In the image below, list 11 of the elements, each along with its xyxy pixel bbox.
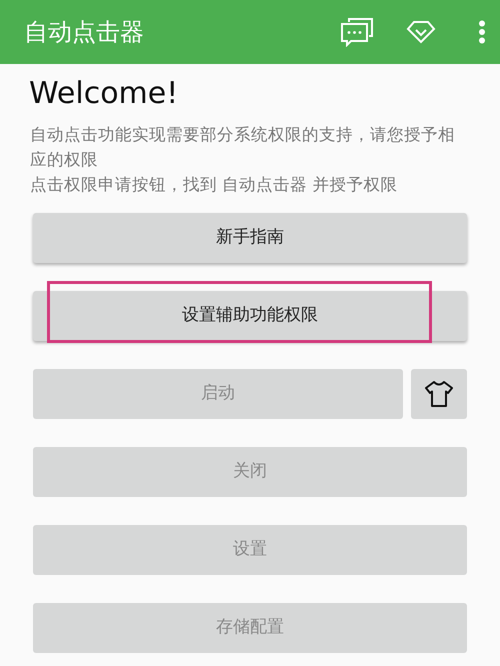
menu-button[interactable]: 设置辅助功能权限 [33, 291, 467, 341]
description-text: 点击权限申请按钮，找到 自动点击器 并授予权限 [30, 174, 398, 196]
description-text: 自动点击功能实现需要部分系统权限的支持，请您授予相应的权限 [30, 124, 456, 171]
more-icon[interactable] [478, 20, 486, 44]
chat-icon[interactable] [340, 17, 374, 47]
welcome-heading: Welcome! [29, 76, 180, 112]
shirt-button[interactable] [411, 369, 467, 419]
diamond-icon[interactable] [406, 20, 436, 44]
menu-button[interactable]: 新手指南 [33, 213, 467, 263]
app-title: 自动点击器 [24, 17, 145, 48]
shirt-icon [424, 380, 454, 408]
